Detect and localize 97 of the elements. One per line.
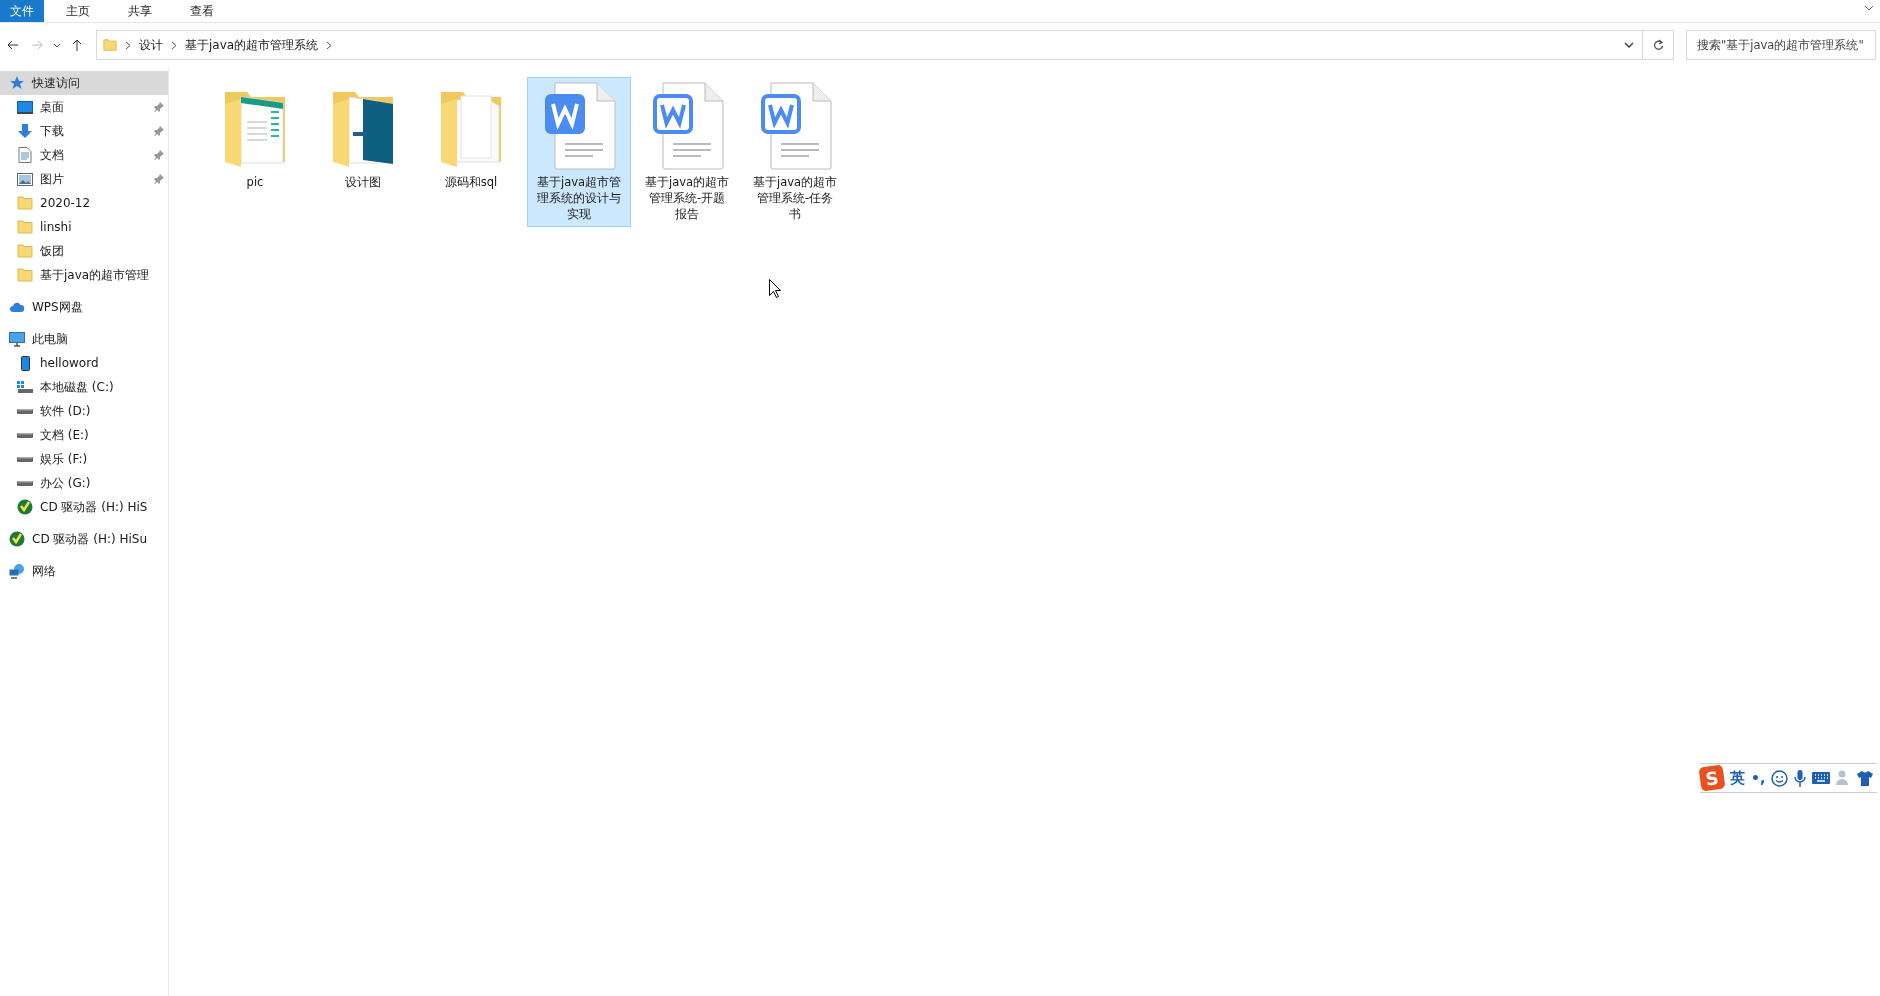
desktop-icon [17, 100, 33, 114]
sidebar-label: 基于java的超市管理 [40, 266, 150, 284]
file-item[interactable]: 基于java超市管理系统的设计与实现 [527, 77, 631, 227]
chevron-icon [1624, 42, 1634, 48]
chevron-right-icon [171, 40, 177, 50]
sidebar-label: WPS网盘 [32, 298, 83, 316]
chevron-right-icon [125, 40, 131, 50]
sidebar-item[interactable]: 桌面 [0, 95, 168, 119]
sidebar-item[interactable]: helloword [0, 351, 168, 375]
sidebar-item[interactable]: CD 驱动器 (H:) HiS [0, 495, 168, 519]
disc-icon [9, 531, 25, 547]
sidebar-label: CD 驱动器 (H:) HiS [40, 498, 148, 516]
drive-icon [17, 456, 33, 462]
drive-icon [17, 432, 33, 438]
shirt-icon[interactable] [1857, 770, 1874, 786]
refresh-icon [1652, 39, 1664, 51]
sidebar-label: 桌面 [40, 98, 64, 116]
sidebar-label: 文档 (E:) [40, 426, 89, 444]
folder-icon [17, 244, 33, 258]
sidebar-item[interactable]: 饭团 [0, 239, 168, 263]
smiley-icon[interactable] [1771, 769, 1789, 787]
drive-icon [17, 381, 33, 393]
sidebar-label: 文档 [40, 146, 64, 164]
search-field[interactable]: 搜索"基于java的超市管理系统" [1686, 30, 1876, 60]
ime-mode-toggle[interactable]: 英 [1730, 768, 1745, 788]
sidebar-label: CD 驱动器 (H:) HiSu [32, 530, 148, 548]
sidebar-label: 软件 (D:) [40, 402, 91, 420]
sidebar-label: helloword [40, 356, 99, 370]
document-icon [18, 147, 32, 163]
file-item[interactable]: 基于java的超市管理系统-任务书 [743, 77, 847, 227]
pin-icon[interactable] [154, 126, 164, 136]
up-arrow-icon [72, 39, 82, 51]
sidebar-label: 图片 [40, 170, 64, 188]
keyboard-icon[interactable] [1812, 772, 1831, 784]
sidebar-item[interactable]: 本地磁盘 (C:) [0, 375, 168, 399]
folder-icon [17, 268, 33, 282]
sidebar-item[interactable]: 文档 (E:) [0, 423, 168, 447]
sidebar-label: 本地磁盘 (C:) [40, 378, 114, 396]
sidebar-item[interactable]: 图片 [0, 167, 168, 191]
chevron-icon [53, 42, 61, 48]
address-bar[interactable]: 设计 基于java的超市管理系统 [96, 30, 1674, 60]
folder-icon [103, 38, 117, 52]
sidebar-label: linshi [40, 220, 72, 234]
breadcrumb[interactable]: 基于java的超市管理系统 [185, 36, 319, 54]
star-icon [9, 75, 25, 91]
pin-icon[interactable] [154, 174, 164, 184]
file-item[interactable]: 设计图 [311, 77, 415, 195]
file-item[interactable]: pic [203, 77, 307, 195]
sidebar-item[interactable]: 基于java的超市管理 [0, 263, 168, 287]
drive-icon [17, 480, 33, 486]
mouse-pointer-icon [769, 279, 781, 298]
ribbon-tab[interactable]: 文件 [0, 0, 44, 22]
picture-icon [17, 172, 33, 186]
ime-logo[interactable]: S [1698, 764, 1726, 792]
sidebar-item[interactable]: linshi [0, 215, 168, 239]
network-icon [9, 563, 25, 579]
sidebar-item[interactable]: 网络 [0, 559, 168, 583]
chevron-icon[interactable] [1864, 5, 1874, 11]
folder-icon [17, 196, 33, 210]
ribbon-tab[interactable]: 查看 [174, 0, 230, 22]
punctuation-toggle[interactable]: •, [1751, 770, 1766, 786]
sidebar-item[interactable]: 此电脑 [0, 327, 168, 351]
sidebar-label: 2020-12 [40, 196, 91, 210]
sidebar-label: 饭团 [40, 242, 64, 260]
chevron-right-icon[interactable] [326, 40, 333, 50]
sidebar-item[interactable]: 2020-12 [0, 191, 168, 215]
drive-icon [17, 408, 33, 414]
folder-icon [17, 220, 33, 234]
file-item[interactable]: 基于java的超市管理系统-开题报告 [635, 77, 739, 227]
phone-icon [20, 355, 30, 371]
sidebar-item[interactable]: 娱乐 (F:) [0, 447, 168, 471]
sidebar-item[interactable]: WPS网盘 [0, 295, 168, 319]
pin-icon[interactable] [154, 150, 164, 160]
cloud-icon [9, 301, 25, 313]
sidebar-label: 此电脑 [32, 330, 68, 348]
sidebar-item[interactable]: 软件 (D:) [0, 399, 168, 423]
forward-arrow-icon [31, 40, 43, 50]
sidebar-item[interactable]: 办公 (G:) [0, 471, 168, 495]
sidebar-item[interactable]: 下载 [0, 119, 168, 143]
computer-icon [9, 331, 25, 347]
sidebar-label: 下载 [40, 122, 64, 140]
ribbon-tab[interactable]: 共享 [112, 0, 168, 22]
disc-icon [17, 499, 33, 515]
down-arrow-icon [17, 123, 33, 139]
sidebar-item[interactable]: 文档 [0, 143, 168, 167]
pin-icon[interactable] [154, 102, 164, 112]
sidebar-label: 办公 (G:) [40, 474, 91, 492]
ribbon-tab[interactable]: 主页 [50, 0, 106, 22]
sidebar-label: 快速访问 [32, 74, 80, 92]
file-item[interactable]: 源码和sql [419, 77, 523, 195]
microphone-icon[interactable] [1794, 769, 1807, 787]
breadcrumb[interactable]: 设计 [139, 36, 163, 54]
sidebar-item[interactable]: 快速访问 [0, 71, 168, 95]
sidebar-item[interactable]: CD 驱动器 (H:) HiSu [0, 527, 168, 551]
sidebar-label: 娱乐 (F:) [40, 450, 88, 468]
sidebar-label: 网络 [32, 562, 56, 580]
back-arrow-icon [7, 40, 19, 50]
